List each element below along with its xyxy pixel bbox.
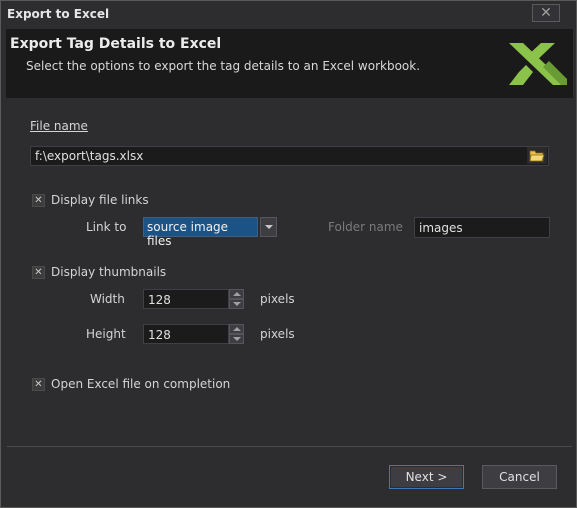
- spin-up-icon[interactable]: [229, 289, 244, 299]
- cancel-button[interactable]: Cancel: [482, 465, 557, 489]
- close-icon: ✕: [540, 5, 552, 21]
- width-label: Width: [90, 292, 125, 306]
- display-file-links-label: Display file links: [51, 193, 149, 207]
- open-excel-checkbox[interactable]: ✕: [32, 378, 45, 391]
- file-name-label: File name: [30, 119, 88, 133]
- header-subtitle: Select the options to export the tag det…: [26, 59, 421, 73]
- file-name-input[interactable]: [30, 146, 549, 166]
- height-unit: pixels: [260, 327, 295, 341]
- width-stepper[interactable]: [143, 289, 244, 309]
- link-to-value: source image files: [143, 217, 258, 248]
- excel-logo-icon: [509, 43, 567, 85]
- width-unit: pixels: [260, 292, 295, 306]
- window-title: Export to Excel: [7, 7, 110, 21]
- next-button[interactable]: Next >: [389, 465, 464, 489]
- spin-up-icon[interactable]: [229, 324, 244, 334]
- folder-open-icon[interactable]: [527, 147, 547, 164]
- spin-down-icon[interactable]: [229, 299, 244, 309]
- chevron-down-icon[interactable]: [260, 217, 277, 237]
- spin-down-icon[interactable]: [229, 334, 244, 344]
- height-label: Height: [86, 327, 126, 341]
- folder-name-label: Folder name: [328, 220, 403, 234]
- display-thumbnails-checkbox[interactable]: ✕: [32, 266, 45, 279]
- export-dialog: Export to Excel ✕ Export Tag Details to …: [0, 0, 577, 508]
- display-thumbnails-label: Display thumbnails: [51, 265, 167, 279]
- height-stepper[interactable]: [143, 324, 244, 344]
- header-banner: Export Tag Details to Excel Select the o…: [6, 29, 573, 98]
- footer-divider: [7, 446, 572, 447]
- display-file-links-checkbox[interactable]: ✕: [32, 194, 45, 207]
- height-input[interactable]: [143, 324, 229, 344]
- width-input[interactable]: [143, 289, 229, 309]
- open-excel-label: Open Excel file on completion: [51, 377, 231, 391]
- header-title: Export Tag Details to Excel: [10, 36, 222, 52]
- link-to-label: Link to: [86, 220, 127, 234]
- folder-name-input[interactable]: [414, 217, 550, 238]
- title-bar: Export to Excel ✕: [1, 1, 576, 27]
- close-button[interactable]: ✕: [532, 4, 560, 22]
- link-to-select[interactable]: source image files: [143, 217, 277, 248]
